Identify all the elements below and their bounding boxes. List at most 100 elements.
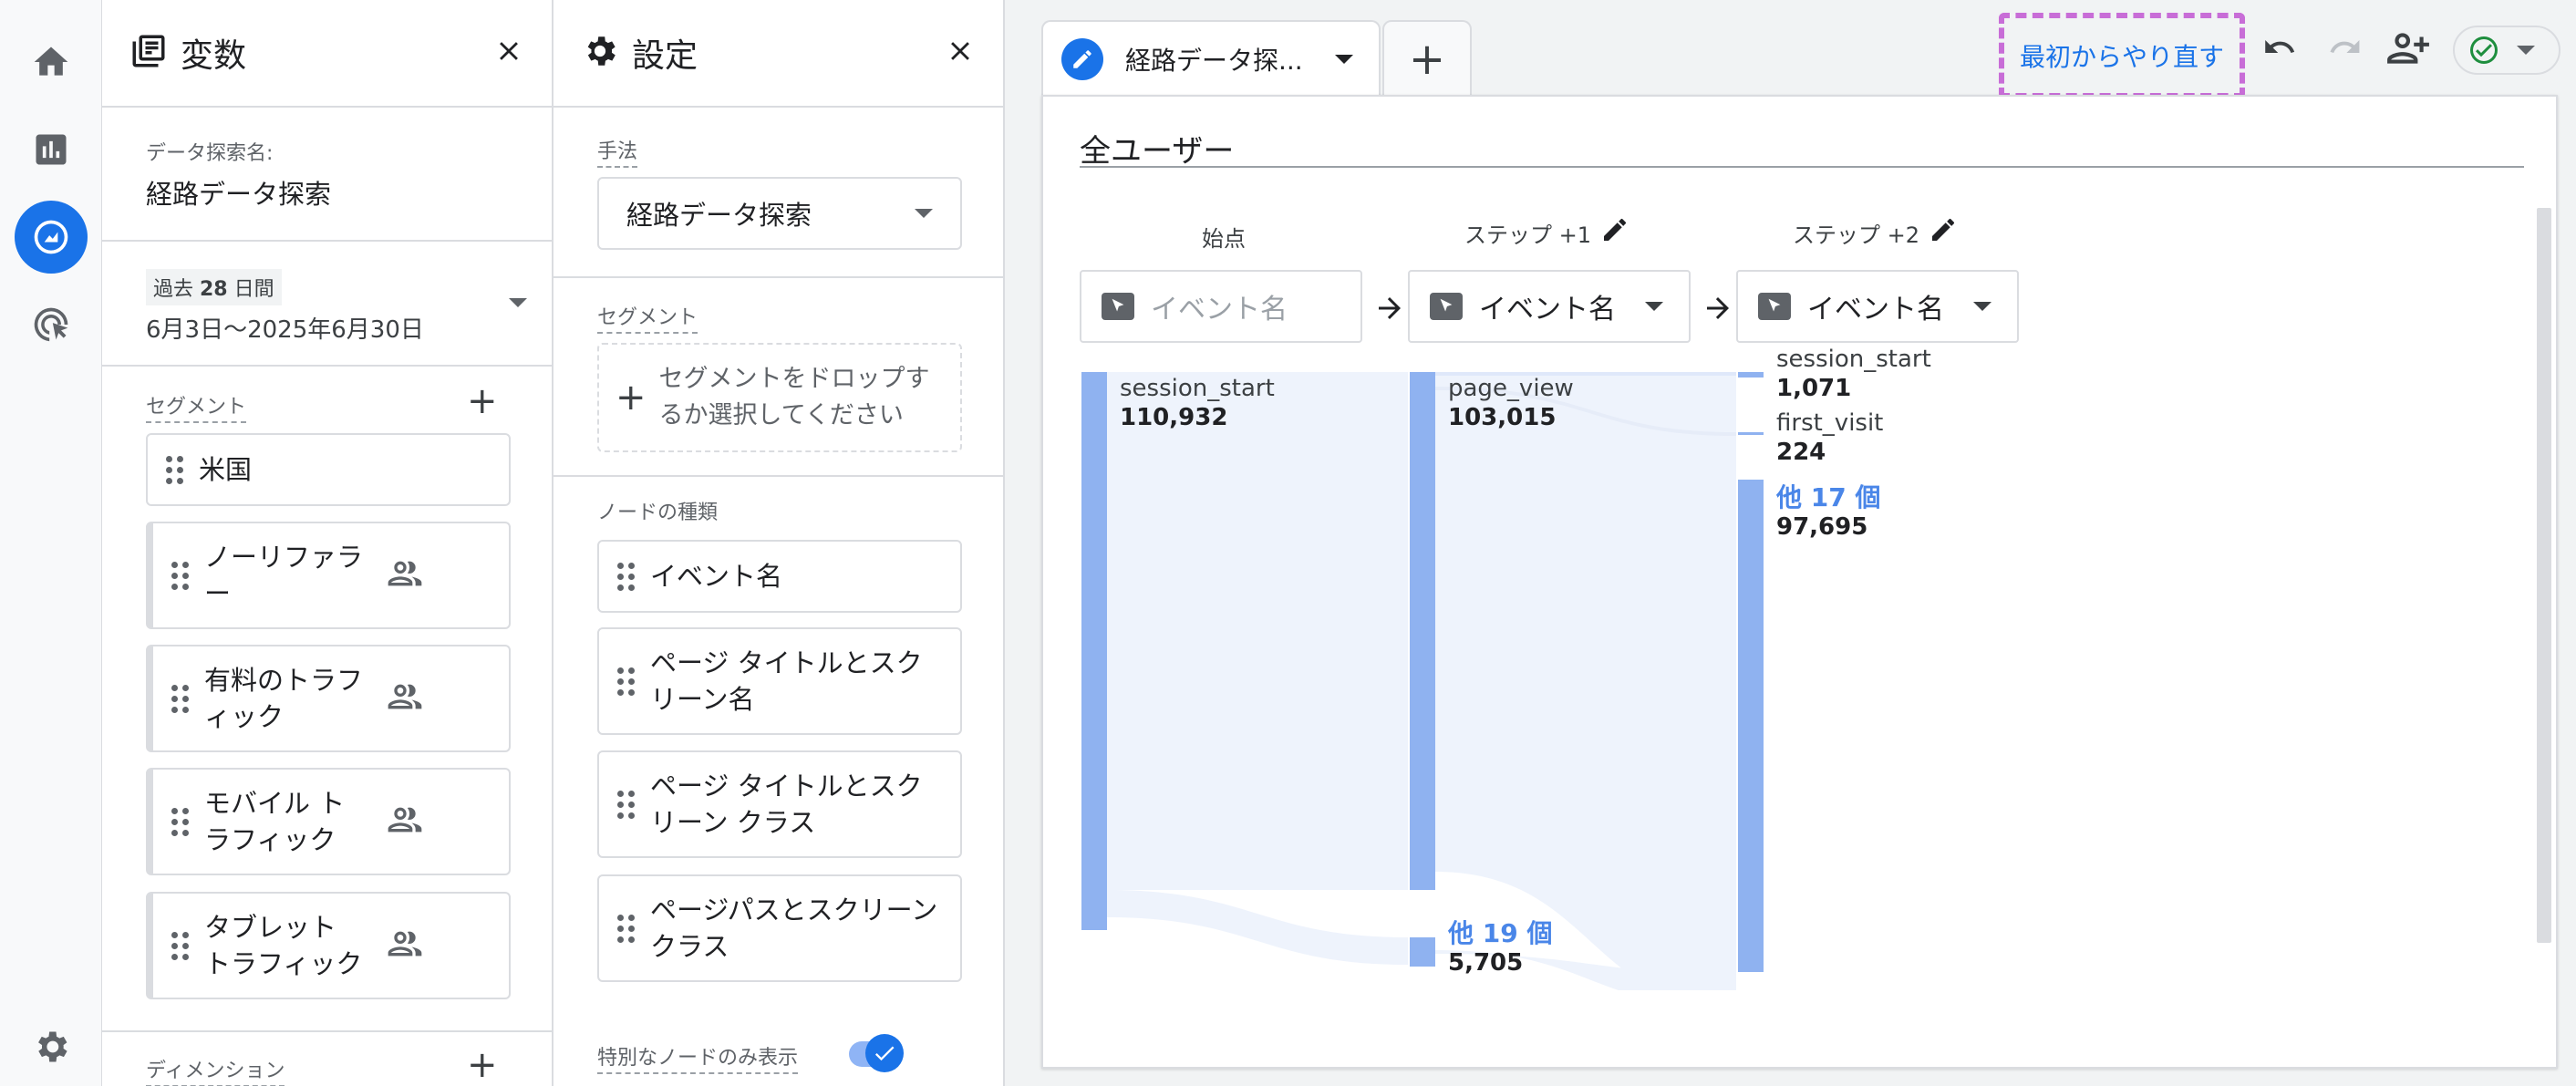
node-label-more[interactable]: 他 19 個 — [1448, 919, 1552, 948]
user-segment-icon — [387, 678, 423, 719]
segment-drop-zone[interactable]: + セグメントをドロップするか選択してください — [597, 343, 962, 452]
node-value: 1,071 — [1776, 375, 1852, 402]
restart-button[interactable]: 最初からやり直す — [1999, 13, 2245, 98]
technique-label: 手法 — [597, 135, 638, 168]
user-segment-icon — [387, 555, 423, 595]
node-session-start[interactable] — [1081, 372, 1107, 930]
path-flow-diagram — [1081, 372, 1764, 990]
drag-handle-icon[interactable] — [171, 561, 190, 590]
technique-select[interactable]: 経路データ探索 — [597, 177, 962, 250]
segment-card-no-referrer[interactable]: ノーリファラー — [146, 522, 511, 629]
segment-card-tablet-traffic[interactable]: タブレット トラフィック — [146, 892, 511, 999]
node-other-19[interactable] — [1410, 937, 1435, 967]
date-dropdown-icon[interactable] — [509, 298, 527, 307]
scrollbar[interactable] — [2537, 208, 2551, 943]
restart-label: 最初からやり直す — [2019, 42, 2224, 72]
drag-handle-icon[interactable] — [617, 562, 636, 591]
special-nodes-toggle[interactable] — [849, 1034, 904, 1072]
edit-pencil-icon — [1061, 38, 1103, 80]
segment-card-paid-traffic[interactable]: 有料のトラフィック — [146, 645, 511, 752]
node-label-more[interactable]: 他 17 個 — [1776, 483, 1880, 512]
add-icon: + — [1408, 34, 1446, 85]
settings-panel: 設定 手法 経路データ探索 セグメント + セグメントをドロップするか選択してく… — [553, 0, 1005, 1086]
user-segment-icon — [387, 926, 423, 966]
dimensions-label: ディメンション — [146, 1054, 285, 1086]
toggle-check-icon — [865, 1034, 904, 1072]
tab-label: 経路データ探... — [1125, 46, 1303, 76]
node-label: session_start — [1776, 346, 1931, 373]
exploration-name-label: データ探索名: — [146, 142, 274, 165]
tab-bar: 経路データ探... + 最初からやり直す — [1005, 0, 2576, 98]
chevron-down-icon — [915, 209, 933, 218]
tab-path-exploration[interactable]: 経路データ探... — [1041, 20, 1381, 97]
node-type-page-title-screen-name[interactable]: ページ タイトルとスクリーン名 — [597, 627, 962, 735]
segment-label: セグメント — [597, 301, 698, 334]
segment-card-mobile-traffic[interactable]: モバイル トラフィック — [146, 768, 511, 875]
settings-header: 設定 — [553, 0, 1003, 108]
drag-handle-icon[interactable] — [171, 684, 190, 713]
home-icon[interactable] — [15, 26, 88, 98]
nav-rail — [0, 0, 102, 1086]
drag-handle-icon[interactable] — [617, 667, 636, 696]
reports-icon[interactable] — [15, 113, 88, 186]
segment-label: 米国 — [199, 454, 253, 485]
exploration-name-value: 経路データ探索 — [146, 179, 332, 210]
node-label: page_view — [1448, 375, 1574, 402]
date-range-badge: 過去 28 日間 — [146, 269, 282, 305]
segment-label: 有料のトラフィック — [204, 665, 364, 732]
variables-title: 変数 — [181, 37, 247, 75]
save-status-button[interactable] — [2453, 26, 2560, 75]
exploration-name[interactable]: データ探索名: 経路データ探索 — [146, 137, 331, 212]
add-tab-button[interactable]: + — [1382, 20, 1472, 97]
advertising-icon[interactable] — [15, 288, 88, 361]
node-type-label-text: ページ タイトルとスクリーン名 — [650, 647, 923, 715]
node-type-label-text: イベント名 — [650, 561, 783, 592]
settings-title: 設定 — [632, 37, 698, 75]
variables-header: 変数 — [102, 0, 552, 108]
node-step2-session-start[interactable] — [1738, 372, 1764, 378]
close-variables-icon[interactable] — [493, 36, 524, 70]
node-type-page-title-screen-class[interactable]: ページ タイトルとスクリーン クラス — [597, 750, 962, 858]
segment-label: モバイル トラフィック — [204, 788, 346, 855]
chevron-down-icon — [2517, 46, 2535, 55]
segment-drop-text: セグメントをドロップするか選択してください — [658, 365, 930, 429]
drag-handle-icon[interactable] — [617, 914, 636, 943]
node-label: session_start — [1120, 375, 1275, 402]
undo-icon[interactable] — [2260, 27, 2300, 71]
redo-icon[interactable] — [2325, 27, 2365, 71]
node-type-event-name[interactable]: イベント名 — [597, 540, 962, 613]
special-nodes-label: 特別なノードのみ表示 — [597, 1041, 799, 1074]
flow-link — [1107, 372, 1408, 890]
node-value: 110,932 — [1120, 404, 1228, 431]
flow-link — [1107, 890, 1408, 965]
drag-handle-icon[interactable] — [617, 790, 636, 819]
technique-value: 経路データ探索 — [626, 200, 812, 231]
node-type-label: ノードの種類 — [597, 502, 719, 524]
variables-icon — [129, 32, 168, 74]
settings-gear-icon — [581, 32, 619, 74]
exploration-canvas: 全ユーザー 始点 ステップ +1 ステップ +2 イベント名 イベント名 イベン… — [1041, 95, 2558, 1069]
date-range-selector[interactable]: 過去 28 日間 6月3日〜2025年6月30日 — [146, 269, 529, 345]
user-segment-icon — [387, 802, 423, 842]
node-value: 5,705 — [1448, 949, 1524, 977]
add-segment-icon[interactable]: + — [467, 383, 498, 419]
share-add-person-icon[interactable] — [2385, 26, 2431, 75]
drag-handle-icon[interactable] — [171, 931, 190, 960]
drag-handle-icon[interactable] — [171, 807, 190, 836]
node-type-label-text: ページ タイトルとスクリーン クラス — [650, 771, 923, 838]
segments-label: セグメント — [146, 390, 247, 423]
add-dimension-icon[interactable]: + — [467, 1047, 498, 1083]
node-other-17[interactable] — [1738, 480, 1764, 972]
node-type-page-path-screen-class[interactable]: ページパスとスクリーン クラス — [597, 874, 962, 982]
tab-menu-chevron-icon[interactable] — [1335, 55, 1353, 64]
drag-handle-icon[interactable] — [166, 455, 184, 484]
node-first-visit[interactable] — [1738, 432, 1764, 435]
explore-icon[interactable] — [15, 201, 88, 274]
segment-card-us[interactable]: 米国 — [146, 433, 511, 506]
flow-link — [1435, 372, 1736, 990]
node-page-view[interactable] — [1410, 372, 1435, 890]
variables-panel: 変数 データ探索名: 経路データ探索 過去 28 日間 6月3日〜2025年6月… — [102, 0, 553, 1086]
node-type-label-text: ページパスとスクリーン クラス — [650, 895, 938, 962]
close-settings-icon[interactable] — [945, 36, 976, 70]
settings-gear-icon[interactable] — [15, 1019, 88, 1074]
